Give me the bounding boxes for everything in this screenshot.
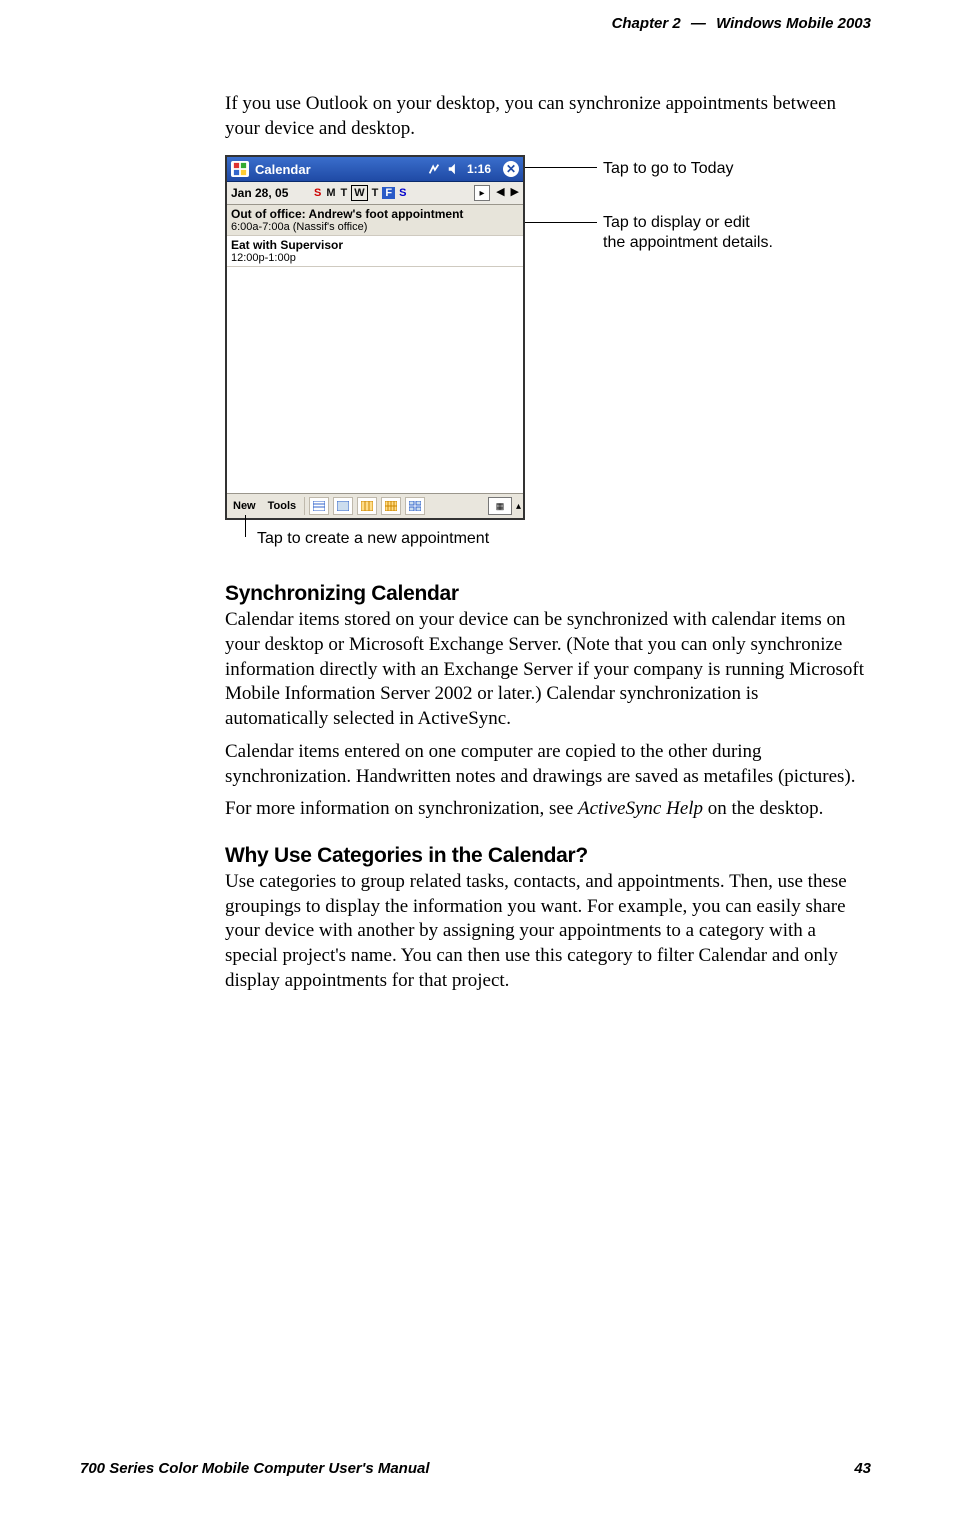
app-title: Calendar (255, 162, 311, 177)
view-day-icon[interactable] (333, 497, 353, 515)
weekday-picker[interactable]: S M T W T F S (313, 185, 407, 201)
callout-edit: Tap to display or edit the appointment d… (603, 213, 773, 251)
callout-edit-line2: the appointment details. (603, 234, 773, 251)
close-icon[interactable]: ✕ (503, 161, 519, 177)
next-arrow-icon[interactable]: ▶ (511, 185, 519, 201)
goto-date-icon[interactable]: ▸ (474, 185, 490, 201)
day-mon[interactable]: M (325, 187, 336, 199)
appointment-list: Out of office: Andrew's foot appointment… (227, 205, 523, 494)
day-thu[interactable]: T (371, 187, 380, 199)
sync-p3-a: For more information on synchronization,… (225, 798, 578, 819)
appointment-item[interactable]: Out of office: Andrew's foot appointment… (227, 205, 523, 236)
footer-manual-title: 700 Series Color Mobile Computer User's … (80, 1460, 430, 1477)
heading-categories: Why Use Categories in the Calendar? (225, 844, 865, 868)
appointment-subtitle: 6:00a-7:00a (Nassif's office) (231, 221, 519, 233)
view-month-icon[interactable] (381, 497, 401, 515)
callout-line (525, 167, 597, 168)
view-year-icon[interactable] (405, 497, 425, 515)
header-title: Windows Mobile 2003 (716, 15, 871, 32)
sync-p3-b: on the desktop. (703, 798, 823, 819)
callout-line (525, 222, 597, 223)
volume-icon[interactable] (447, 162, 461, 176)
calendar-figure: Calendar 1:16 ✕ Jan 28, 05 S M T (225, 155, 865, 560)
sync-paragraph-2: Calendar items entered on one computer a… (225, 740, 865, 789)
new-button[interactable]: New (229, 498, 260, 514)
callout-edit-line1: Tap to display or edit (603, 214, 750, 231)
device-toolbar: New Tools ▦ ▴ (227, 493, 523, 518)
appointment-title: Eat with Supervisor (231, 238, 519, 252)
appointment-item[interactable]: Eat with Supervisor 12:00p-1:00p (227, 236, 523, 267)
chapter-label: Chapter 2 (612, 15, 681, 32)
day-tue[interactable]: T (340, 187, 349, 199)
running-header: Chapter 2 — Windows Mobile 2003 (0, 15, 871, 32)
categories-paragraph: Use categories to group related tasks, c… (225, 870, 865, 993)
date-bar: Jan 28, 05 S M T W T F S ▸ ◀ ▶ (227, 182, 523, 205)
appointment-subtitle: 12:00p-1:00p (231, 252, 519, 264)
callout-new-appointment: Tap to create a new appointment (257, 529, 489, 548)
day-fri[interactable]: F (382, 187, 395, 199)
page-footer: 700 Series Color Mobile Computer User's … (80, 1460, 871, 1477)
heading-sync-calendar: Synchronizing Calendar (225, 582, 865, 606)
day-wed[interactable]: W (351, 185, 367, 201)
day-sat[interactable]: S (398, 187, 407, 199)
prev-arrow-icon[interactable]: ◀ (496, 185, 504, 201)
appointment-title: Out of office: Andrew's foot appointment (231, 207, 519, 221)
start-flag-icon[interactable] (231, 161, 249, 177)
sync-paragraph-3: For more information on synchronization,… (225, 797, 865, 822)
clock-time[interactable]: 1:16 (467, 162, 491, 176)
sip-up-icon[interactable]: ▴ (516, 501, 521, 512)
callout-line (245, 515, 246, 537)
header-separator: — (691, 15, 706, 32)
current-date: Jan 28, 05 (231, 186, 303, 200)
callout-today: Tap to go to Today (603, 159, 733, 178)
tools-button[interactable]: Tools (264, 498, 301, 514)
intro-paragraph: If you use Outlook on your desktop, you … (225, 92, 865, 141)
view-week-icon[interactable] (357, 497, 377, 515)
device-screenshot: Calendar 1:16 ✕ Jan 28, 05 S M T (225, 155, 525, 520)
view-agenda-icon[interactable] (309, 497, 329, 515)
sync-paragraph-1: Calendar items stored on your device can… (225, 608, 865, 731)
connectivity-icon[interactable] (427, 162, 441, 176)
day-sun[interactable]: S (313, 187, 322, 199)
footer-page-number: 43 (854, 1460, 871, 1477)
device-titlebar: Calendar 1:16 ✕ (227, 157, 523, 182)
activesync-help-ref: ActiveSync Help (578, 798, 703, 819)
keyboard-icon[interactable]: ▦ (488, 497, 512, 515)
